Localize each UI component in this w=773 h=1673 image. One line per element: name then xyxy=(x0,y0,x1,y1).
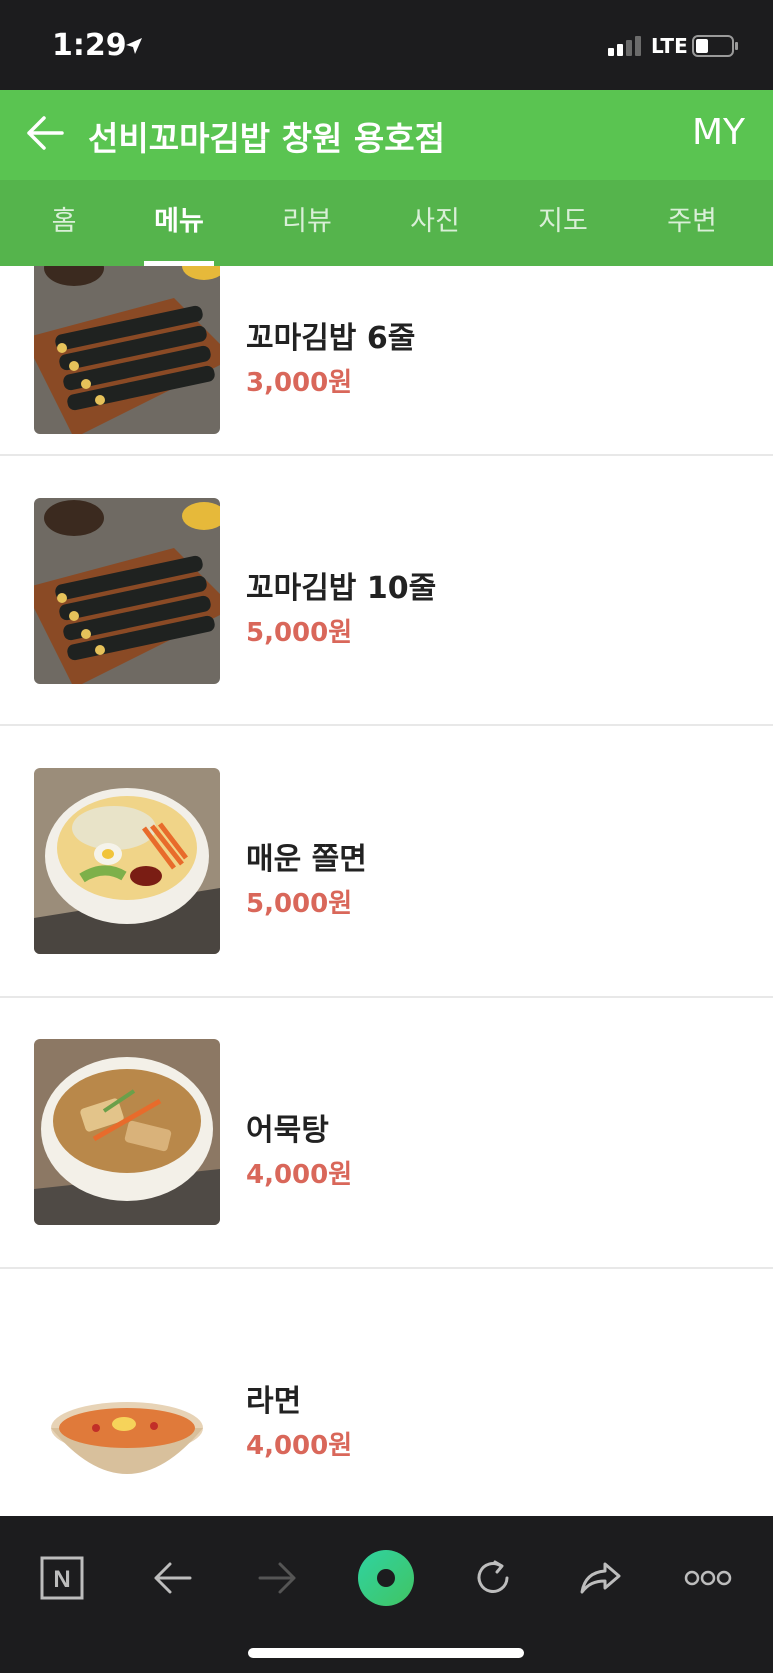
menu-item-photo xyxy=(34,1310,220,1496)
menu-item-name: 매운 쫄면 xyxy=(246,842,367,877)
menu-item-photo xyxy=(34,498,220,684)
naver-home-button[interactable]: N xyxy=(27,1540,97,1616)
page-title: 선비꼬마김밥 창원 용호점 xyxy=(88,119,445,158)
my-button[interactable]: MY xyxy=(692,112,745,153)
battery-icon xyxy=(692,35,738,57)
menu-item-price: 5,000원 xyxy=(246,618,353,648)
forward-arrow-icon xyxy=(258,1562,296,1594)
location-arrow-icon xyxy=(126,38,142,54)
menu-item-price: 4,000원 xyxy=(246,1431,353,1461)
app-header: 선비꼬마김밥 창원 용호점 MY xyxy=(0,90,773,180)
tab-home[interactable]: 홈 xyxy=(9,180,119,266)
back-arrow-icon[interactable] xyxy=(24,112,66,154)
status-time: 1:29 xyxy=(52,28,127,63)
menu-item-price: 4,000원 xyxy=(246,1160,353,1190)
menu-list: 꼬마김밥 6줄 3,000원 꼬마김밥 10줄 5,000원 매운 쫄면 5,0… xyxy=(0,266,773,1516)
forward-button[interactable] xyxy=(243,1540,313,1616)
green-dot-button[interactable] xyxy=(351,1540,421,1616)
share-icon xyxy=(580,1562,621,1594)
home-indicator[interactable] xyxy=(248,1648,524,1658)
tab-nearby[interactable]: 주변 xyxy=(637,180,747,266)
share-button[interactable] xyxy=(566,1540,636,1616)
more-button[interactable] xyxy=(673,1540,743,1616)
menu-item-price: 3,000원 xyxy=(246,368,353,398)
back-button[interactable] xyxy=(137,1540,207,1616)
menu-item[interactable]: 꼬마김밥 10줄 5,000원 xyxy=(0,456,773,726)
green-dot-icon xyxy=(358,1550,414,1606)
menu-item[interactable]: 어묵탕 4,000원 xyxy=(0,999,773,1269)
refresh-button[interactable] xyxy=(458,1540,528,1616)
status-bar: 1:29 LTE xyxy=(0,0,773,90)
menu-item-name: 라면 xyxy=(246,1384,302,1419)
naver-n-icon: N xyxy=(40,1556,84,1600)
refresh-icon xyxy=(477,1560,509,1593)
signal-strength-icon xyxy=(608,36,641,56)
svg-text:N: N xyxy=(53,1566,70,1593)
tab-bar: 홈 메뉴 리뷰 사진 지도 주변 xyxy=(0,180,773,266)
tab-menu[interactable]: 메뉴 xyxy=(124,180,234,266)
menu-item-photo xyxy=(34,1039,220,1225)
tab-review[interactable]: 리뷰 xyxy=(252,180,362,266)
menu-item-price: 5,000원 xyxy=(246,889,353,919)
more-icon xyxy=(684,1570,732,1586)
tab-map[interactable]: 지도 xyxy=(508,180,618,266)
menu-item[interactable]: 매운 쫄면 5,000원 xyxy=(0,728,773,998)
back-arrow-icon xyxy=(154,1562,192,1594)
menu-item[interactable]: 꼬마김밥 6줄 3,000원 xyxy=(0,266,773,456)
menu-item-photo xyxy=(34,266,220,434)
menu-item[interactable]: 라면 4,000원 xyxy=(0,1270,773,1516)
menu-item-name: 어묵탕 xyxy=(246,1113,329,1148)
network-type: LTE xyxy=(651,34,688,58)
menu-item-photo xyxy=(34,768,220,954)
menu-item-name: 꼬마김밥 10줄 xyxy=(246,571,437,606)
menu-item-name: 꼬마김밥 6줄 xyxy=(246,321,416,356)
tab-photo[interactable]: 사진 xyxy=(380,180,490,266)
